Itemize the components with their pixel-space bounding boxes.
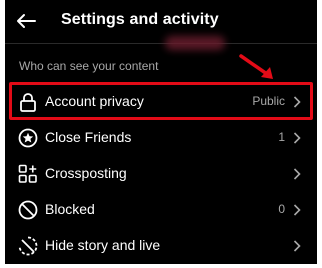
header-divider [5, 43, 317, 44]
page-title: Settings and activity [61, 11, 219, 28]
item-label: Crossposting [45, 165, 127, 181]
hide-story-item[interactable]: Hide story and live [5, 227, 317, 263]
blocked-icon [17, 199, 39, 221]
item-label: Close Friends [45, 129, 132, 145]
star-circle-icon [17, 127, 39, 149]
chevron-right-icon [293, 239, 303, 253]
back-button[interactable] [15, 11, 37, 31]
close-friends-item[interactable]: Close Friends 1 [5, 119, 317, 155]
settings-screen: Settings and activity Who can see your c… [5, 0, 317, 264]
blocked-item[interactable]: Blocked 0 [5, 191, 317, 227]
arrow-left-icon [17, 14, 36, 28]
header: Settings and activity [5, 0, 317, 42]
item-value: 0 [278, 202, 285, 216]
red-arrow-icon [239, 54, 273, 79]
highlight-box [9, 82, 313, 120]
grid-plus-icon [17, 163, 39, 185]
item-value: 1 [278, 130, 285, 144]
chevron-right-icon [293, 167, 303, 181]
item-label: Blocked [45, 201, 95, 217]
crossposting-item[interactable]: Crossposting [5, 155, 317, 191]
hide-story-icon [17, 235, 39, 257]
section-header: Who can see your content [19, 59, 159, 73]
chevron-right-icon [293, 203, 303, 217]
blurred-overlay [165, 36, 225, 50]
item-label: Hide story and live [45, 237, 161, 253]
chevron-right-icon [293, 131, 303, 145]
